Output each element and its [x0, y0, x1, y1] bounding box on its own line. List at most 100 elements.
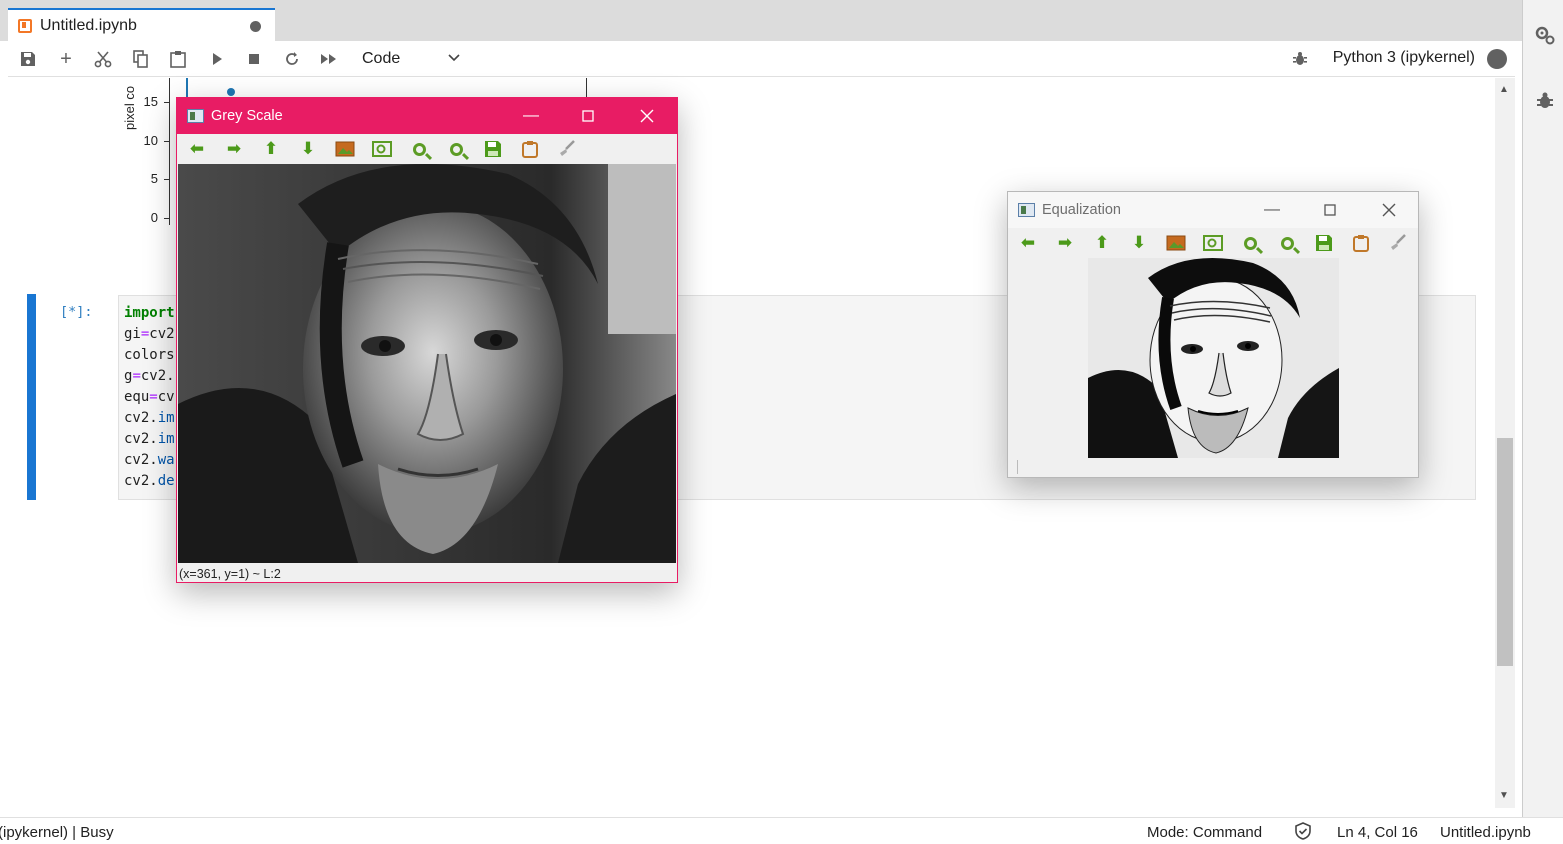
debugger-bug-icon[interactable] [1534, 90, 1556, 112]
plot-series-line [186, 78, 188, 98]
code-line: gi=cv2 [124, 326, 175, 342]
kernel-status[interactable]: (ipykernel) | Busy [0, 824, 114, 841]
save-image-icon[interactable] [481, 138, 505, 160]
stop-icon[interactable] [242, 47, 266, 71]
status-divider [1017, 460, 1018, 474]
code-line: cv2.im [124, 410, 175, 426]
maximize-icon[interactable] [574, 104, 602, 128]
pixel-status: (x=361, y=1) ~ L:2 [179, 567, 281, 581]
tab-bar: Untitled.ipynb [0, 0, 1522, 41]
plot-ytick-mark [164, 179, 169, 180]
right-sidebar [1522, 0, 1563, 843]
image-toolbar: ⬅ ➡ ⬆ ⬇ [177, 134, 677, 164]
close-icon[interactable] [1375, 198, 1403, 222]
scrollbar-thumb[interactable] [1497, 438, 1513, 666]
debug-bug-icon[interactable] [1291, 50, 1309, 68]
notebook-tab[interactable]: Untitled.ipynb [8, 8, 275, 41]
window-title: Grey Scale [211, 108, 283, 124]
plot-ytick-mark [164, 218, 169, 219]
window-titlebar[interactable]: Grey Scale — [177, 98, 677, 134]
code-line: cv2.im [124, 431, 175, 447]
plot-axis-left [169, 78, 170, 225]
code-line: cv2.de [124, 473, 175, 489]
pan-up-arrow-icon[interactable]: ⬆ [1090, 232, 1114, 254]
cursor-position[interactable]: Ln 4, Col 16 [1337, 824, 1418, 841]
window-app-icon [1018, 203, 1035, 217]
kernel-name[interactable]: Python 3 (ipykernel) [1333, 49, 1475, 67]
code-line: import [124, 305, 175, 321]
add-cell-icon[interactable]: + [54, 47, 78, 71]
chevron-down-icon [448, 51, 460, 65]
pan-right-arrow-icon[interactable]: ➡ [222, 138, 246, 160]
maximize-icon[interactable] [1316, 198, 1344, 222]
scroll-down-icon[interactable]: ▼ [1499, 790, 1509, 801]
run-icon[interactable] [205, 47, 229, 71]
unsaved-indicator-icon[interactable] [250, 21, 261, 32]
zoom-in-icon[interactable] [1238, 232, 1262, 254]
restart-icon[interactable] [280, 47, 304, 71]
jupyterlab-window: Untitled.ipynb + Code Python 3 (ipykerne… [0, 0, 1563, 843]
plot-ytick-mark [164, 141, 169, 142]
pan-left-arrow-icon[interactable]: ⬅ [1016, 232, 1040, 254]
pan-right-arrow-icon[interactable]: ➡ [1053, 232, 1077, 254]
plot-ytick-10: 10 [143, 133, 158, 148]
mode-indicator: Mode: Command [1147, 824, 1263, 841]
zoom-fit-icon[interactable] [370, 138, 394, 160]
pan-left-arrow-icon[interactable]: ⬅ [185, 138, 209, 160]
equalization-window[interactable]: Equalization — ⬅ ➡ ⬆ ⬇ [1007, 191, 1419, 478]
cut-icon[interactable] [91, 47, 115, 71]
zoom-in-icon[interactable] [407, 138, 431, 160]
fast-forward-icon[interactable] [317, 47, 341, 71]
plot-ytick-5: 5 [150, 171, 158, 186]
properties-brush-icon[interactable] [555, 138, 579, 160]
zoom-original-image-icon[interactable] [333, 138, 357, 160]
minimize-icon[interactable]: — [517, 104, 545, 128]
pan-down-arrow-icon[interactable]: ⬇ [296, 138, 320, 160]
code-line: cv2.wa [124, 452, 175, 468]
plot-ytick-0: 0 [150, 210, 158, 225]
zoom-out-icon[interactable] [444, 138, 468, 160]
pan-down-arrow-icon[interactable]: ⬇ [1127, 232, 1151, 254]
equalized-image[interactable] [1088, 258, 1339, 458]
kernel-busy-indicator-icon [1487, 49, 1507, 69]
zoom-fit-icon[interactable] [1201, 232, 1225, 254]
zoom-original-image-icon[interactable] [1164, 232, 1188, 254]
property-inspector-gears-icon[interactable] [1534, 24, 1556, 46]
pan-up-arrow-icon[interactable]: ⬆ [259, 138, 283, 160]
code-line: colors [124, 347, 175, 363]
plot-ytick-15: 15 [143, 94, 158, 109]
scroll-up-icon[interactable]: ▲ [1499, 84, 1509, 95]
save-icon[interactable] [16, 47, 40, 71]
save-image-icon[interactable] [1312, 232, 1336, 254]
copy-to-clipboard-icon[interactable] [1349, 232, 1373, 254]
window-titlebar[interactable]: Equalization — [1008, 192, 1418, 228]
copy-to-clipboard-icon[interactable] [518, 138, 542, 160]
notebook-scrollbar[interactable]: ▲ ▼ [1495, 78, 1515, 808]
minimize-icon[interactable]: — [1258, 198, 1286, 222]
copy-icon[interactable] [129, 47, 153, 71]
close-icon[interactable] [633, 104, 661, 128]
notebook-toolbar: + Code Python 3 (ipykernel) [8, 41, 1515, 77]
image-toolbar: ⬅ ➡ ⬆ ⬇ [1008, 228, 1418, 258]
grey-scale-image[interactable] [178, 164, 676, 563]
plot-ytick-mark [164, 102, 169, 103]
tab-label: Untitled.ipynb [40, 16, 137, 34]
cell-type-dropdown[interactable]: Code [352, 47, 460, 71]
plot-axis-right [586, 78, 587, 98]
status-filename: Untitled.ipynb [1440, 824, 1531, 841]
code-line: g=cv2. [124, 368, 175, 384]
code-line: equ=cv [124, 389, 175, 405]
notebook-icon [18, 18, 32, 33]
plot-series-point [227, 88, 235, 96]
grey-scale-window[interactable]: Grey Scale — ⬅ ➡ ⬆ ⬇ (x=361, y=1) ~ L:2 [176, 97, 678, 583]
trusted-shield-icon[interactable] [1294, 822, 1312, 844]
window-app-icon [187, 109, 204, 123]
paste-icon[interactable] [166, 47, 190, 71]
cell-type-label: Code [362, 50, 401, 67]
properties-brush-icon[interactable] [1386, 232, 1410, 254]
active-cell-indicator[interactable] [27, 294, 36, 500]
status-bar: (ipykernel) | Busy Mode: Command Ln 4, C… [0, 817, 1563, 843]
zoom-out-icon[interactable] [1275, 232, 1299, 254]
cell-execution-prompt: [*]: [60, 304, 93, 320]
window-title: Equalization [1042, 202, 1121, 218]
